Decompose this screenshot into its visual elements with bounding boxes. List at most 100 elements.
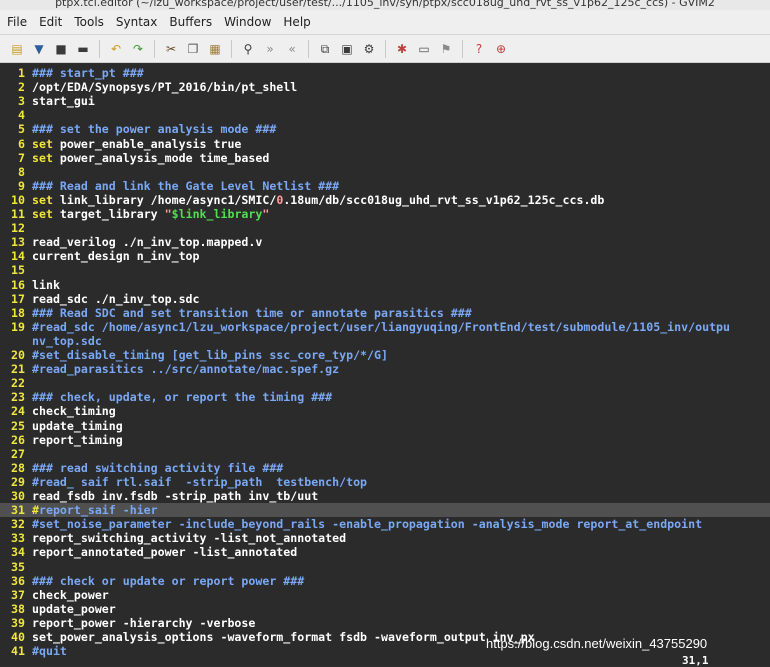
editor-line[interactable]: 39 report_power -hierarchy -verbose [0, 616, 770, 630]
line-number: 41 [11, 644, 25, 659]
editor-line[interactable]: 3 start_gui [0, 94, 770, 108]
cut-icon[interactable]: ✂ [163, 41, 179, 57]
editor-line[interactable]: 13 read_verilog ./n_inv_top.mapped.v [0, 235, 770, 249]
editor-line[interactable]: 10 set link_library /home/async1/SMIC/0.1… [0, 193, 770, 207]
editor-line[interactable]: 12 [0, 221, 770, 235]
line-number: 36 [11, 573, 25, 588]
editor-line[interactable]: 32 #set_noise_parameter -include_beyond_r… [0, 517, 770, 531]
code-token-number: " [262, 207, 270, 221]
toolbar-separator [308, 39, 309, 58]
toolbar-separator [231, 39, 232, 58]
line-number: 3 [18, 94, 25, 109]
code-token-comment: #set_disable_timing [get_lib_pins ssc_co… [32, 348, 388, 362]
load-session-icon[interactable]: ⧉ [317, 41, 333, 57]
toolbar-separator [154, 39, 155, 58]
editor-line[interactable]: 14 current_design n_inv_top [0, 249, 770, 263]
line-number: 6 [18, 136, 25, 151]
editor-line[interactable]: 19 #read_sdc /home/async1/lzu_workspace/p… [0, 320, 770, 334]
editor-line[interactable]: 5 ### set the power analysis mode ### [0, 122, 770, 136]
code-token-text: update_power [32, 601, 116, 616]
line-number: 25 [11, 418, 25, 433]
editor-line[interactable]: 26 report_timing [0, 433, 770, 447]
editor-line[interactable]: 20 #set_disable_timing [get_lib_pins ssc_… [0, 348, 770, 362]
editor-line[interactable]: 2/opt/EDA/Synopsys/PT_2016/bin/pt_shell [0, 80, 770, 94]
editor-line[interactable]: nv_top.sdc [0, 334, 770, 348]
window-title-bar: ptpx.tcl.editor (~/lzu_workspace/project… [0, 0, 770, 10]
editor-line[interactable]: 35 [0, 560, 770, 574]
editor-line[interactable]: 7 set power_analysis_mode time_based [0, 151, 770, 165]
menu-file[interactable]: File [0, 15, 32, 29]
editor-line[interactable]: 1 ### start_pt ### [0, 66, 770, 80]
code-token-number: " [164, 207, 172, 221]
line-number: 28 [11, 460, 25, 475]
editor-line[interactable]: 23 ### check, update, or report the timin… [0, 390, 770, 404]
line-number: 20 [11, 348, 25, 362]
editor-line[interactable]: 36 ### check or update or report power ##… [0, 574, 770, 588]
code-token-text: start_gui [32, 94, 95, 109]
editor-line[interactable]: 24 check_timing [0, 404, 770, 418]
copy-icon[interactable]: ❐ [185, 41, 201, 57]
editor-line[interactable]: 25 update_timing [0, 419, 770, 433]
code-token-text: link_library /home/async1/SMIC/ [52, 192, 277, 207]
shell-icon[interactable]: ▭ [416, 41, 432, 57]
editor-line[interactable]: 21 #read_parasitics ../src/annotate/mac.s… [0, 362, 770, 376]
find-prev-icon[interactable]: « [284, 41, 300, 57]
line-number: 14 [11, 249, 25, 264]
line-number: 17 [11, 291, 25, 306]
line-number: 40 [11, 630, 25, 644]
cursor-position: 31,1 [682, 654, 709, 667]
undo-icon[interactable]: ↶ [108, 41, 124, 57]
menu-syntax[interactable]: Syntax [109, 15, 162, 29]
editor-line[interactable]: 22 [0, 376, 770, 390]
print-icon[interactable]: ▬ [75, 41, 91, 57]
run-script-icon[interactable]: ⚙ [361, 41, 377, 57]
editor-line[interactable]: 11 set target_library "$link_library" [0, 207, 770, 221]
editor-line[interactable]: 38 update_power [0, 602, 770, 616]
find-next-icon[interactable]: » [262, 41, 278, 57]
save-icon[interactable]: ▼ [31, 41, 47, 57]
save-session-icon[interactable]: ▣ [339, 41, 355, 57]
code-token-text: report_annotated_power -list_annotated [32, 545, 298, 560]
editor-line[interactable]: 27 [0, 447, 770, 461]
line-number: 5 [18, 122, 25, 137]
menu-help[interactable]: Help [276, 15, 315, 29]
text-editor[interactable]: 1 ### start_pt ### 2/opt/EDA/Synopsys/PT_2… [0, 64, 770, 665]
ctags-icon[interactable]: ⚑ [438, 41, 454, 57]
editor-line[interactable]: 28 ### read switching activity file ### [0, 461, 770, 475]
editor-line[interactable]: 37 check_power [0, 588, 770, 602]
editor-line[interactable]: 9 ### Read and link the Gate Level Netlis… [0, 179, 770, 193]
code-token-text: read_verilog ./n_inv_top.mapped.v [32, 235, 263, 250]
save-all-icon[interactable]: ■ [53, 41, 69, 57]
find-help-icon[interactable]: ⊕ [493, 41, 509, 57]
editor-line[interactable]: 8 [0, 165, 770, 179]
redo-icon[interactable]: ↷ [130, 41, 146, 57]
editor-line[interactable]: 34 report_annotated_power -list_annotated [0, 545, 770, 559]
find-replace-icon[interactable]: ⚲ [240, 41, 256, 57]
editor-line[interactable]: 31 #report_saif -hier [0, 503, 770, 518]
paste-icon[interactable]: ▦ [207, 41, 223, 57]
menu-edit[interactable]: Edit [32, 15, 67, 29]
editor-line[interactable]: 15 [0, 263, 770, 277]
line-number: 30 [11, 489, 25, 503]
code-token-text: power_enable_analysis true [52, 136, 242, 151]
editor-line[interactable]: 17 read_sdc ./n_inv_top.sdc [0, 292, 770, 306]
line-number: 4 [18, 108, 25, 123]
editor-line[interactable]: 16 link [0, 278, 770, 292]
editor-line[interactable]: 33 report_switching_activity -list_not_an… [0, 531, 770, 545]
code-token-comment: ### set the power analysis mode ### [32, 122, 277, 137]
editor-line[interactable]: 29 #read_ saif rtl.saif -strip_path testb… [0, 475, 770, 489]
code-token-comment: #quit [32, 644, 67, 659]
editor-line[interactable]: 6 set power_enable_analysis true [0, 137, 770, 151]
editor-line[interactable]: 4 [0, 108, 770, 122]
window-title: ptpx.tcl.editor (~/lzu_workspace/project… [55, 0, 715, 9]
watermark-text: https://blog.csdn.net/weixin_43755290 [486, 636, 708, 651]
menu-window[interactable]: Window [217, 15, 276, 29]
menu-buffers[interactable]: Buffers [162, 15, 217, 29]
help-icon[interactable]: ? [471, 41, 487, 57]
code-token-text: check_power [32, 587, 109, 602]
menu-tools[interactable]: Tools [67, 15, 109, 29]
editor-line[interactable]: 30 read_fsdb inv.fsdb -strip_path inv_tb/… [0, 489, 770, 503]
editor-line[interactable]: 18 ### Read SDC and set transition time o… [0, 306, 770, 320]
make-icon[interactable]: ✱ [394, 41, 410, 57]
open-file-icon[interactable]: ▤ [9, 41, 25, 57]
